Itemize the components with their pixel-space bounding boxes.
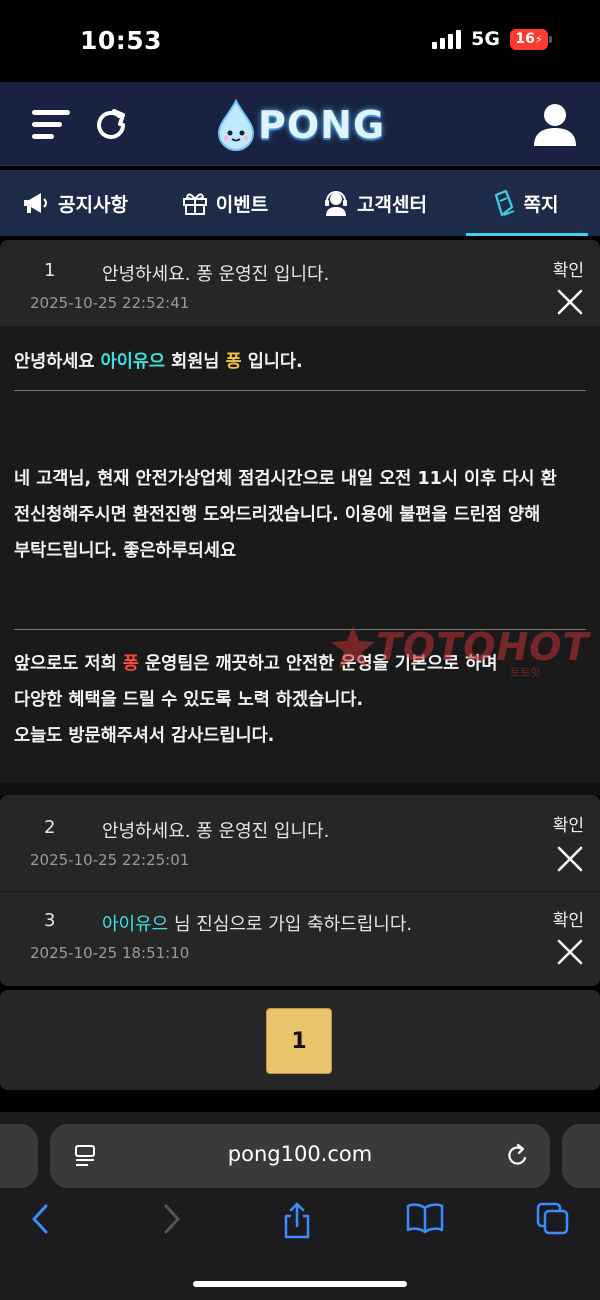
message-row[interactable]: 1 안녕하세요. 퐁 운영진 입니다. 2025-10-25 22:52:41 … (0, 240, 600, 326)
greeting-text: 회원님 (165, 352, 226, 372)
message-date: 2025-10-25 22:25:01 (30, 851, 190, 869)
refresh-icon[interactable] (92, 106, 130, 144)
message-date: 2025-10-25 18:51:10 (30, 944, 190, 962)
home-indicator (193, 1281, 407, 1287)
user-icon[interactable] (532, 100, 578, 148)
previous-tab-preview[interactable] (0, 1124, 38, 1188)
status-indicators: 5G 16 ⚡ (432, 28, 552, 50)
battery-level: 16 (515, 31, 535, 47)
tab-support-label: 고객센터 (357, 193, 427, 216)
tab-bar: 공지사항 이벤트 고객센터 쪽지 (0, 170, 600, 236)
browser-toolbar: pong100.com (0, 1112, 600, 1300)
message-number: 1 (44, 260, 56, 281)
confirm-button[interactable]: 확인 (553, 906, 584, 931)
site-header: PONG (0, 82, 600, 166)
body-text: 네 고객님, 현재 안전가상업체 점검시간으로 내일 오전 11시 이후 다시 … (14, 469, 557, 489)
bookmarks-icon[interactable] (406, 1202, 444, 1234)
megaphone-icon (24, 193, 48, 213)
message-title: 안녕하세요. 퐁 운영진 입니다. (102, 821, 330, 842)
back-icon[interactable] (28, 1202, 54, 1236)
star-icon (331, 626, 375, 668)
greeting-text: 안녕하세요 (14, 352, 101, 372)
member-name: 아이유으 (102, 914, 169, 935)
next-tab-preview[interactable] (562, 1124, 600, 1188)
menu-icon[interactable] (28, 106, 72, 144)
url-text: pong100.com (227, 1142, 373, 1166)
address-bar[interactable]: pong100.com (50, 1124, 550, 1188)
close-icon[interactable] (556, 938, 584, 966)
page-button-current[interactable]: 1 (266, 1008, 332, 1074)
message-row[interactable]: 2 안녕하세요. 퐁 운영진 입니다. 2025-10-25 22:25:01 … (0, 795, 600, 891)
tabs-icon[interactable] (536, 1202, 570, 1236)
message-row[interactable]: 3 아이유으 님 진심으로 가입 축하드립니다. 2025-10-25 18:5… (0, 892, 600, 986)
status-time: 10:53 (80, 26, 163, 55)
greeting-text: 입니다. (241, 352, 303, 372)
message-date: 2025-10-25 22:52:41 (30, 294, 190, 312)
tab-event-label: 이벤트 (215, 193, 269, 216)
note-icon (494, 189, 514, 217)
close-icon[interactable] (556, 288, 584, 316)
greeting-line: 안녕하세요 아이유으 회원님 퐁 입니다. (14, 344, 586, 380)
message-list-card: 2 안녕하세요. 퐁 운영진 입니다. 2025-10-25 22:25:01 … (0, 795, 600, 986)
reload-icon[interactable] (504, 1142, 530, 1170)
site-logo[interactable]: PONG (216, 96, 385, 154)
message-number: 2 (44, 817, 56, 838)
body-text: 부탁드립니다. 좋은하루되세요 (14, 541, 237, 561)
tab-support[interactable]: 고객센터 (300, 170, 450, 236)
watermark-subtext: 토토핫 (510, 666, 541, 679)
tab-message[interactable]: 쪽지 (450, 170, 600, 236)
battery-icon: 16 ⚡ (510, 28, 552, 50)
member-name: 아이유으 (100, 352, 165, 372)
headset-icon (325, 191, 348, 216)
message-title-text: 님 진심으로 가입 축하드립니다. (168, 914, 413, 935)
body-text-part: 앞으로도 저희 (14, 654, 123, 674)
tab-message-label: 쪽지 (523, 193, 559, 216)
close-icon[interactable] (556, 845, 584, 873)
message-title: 아이유으 님 진심으로 가입 축하드립니다. (102, 910, 412, 936)
confirm-button[interactable]: 확인 (553, 256, 584, 281)
message-list: 1 안녕하세요. 퐁 운영진 입니다. 2025-10-25 22:52:41 … (0, 240, 600, 986)
share-icon[interactable] (282, 1202, 312, 1240)
body-text: 오늘도 방문해주셔서 감사드립니다. (14, 726, 275, 746)
message-number: 3 (44, 910, 56, 931)
logo-text: PONG (258, 103, 386, 147)
body-text: 전신청해주시면 환전진행 도와드리겠습니다. 이용에 불편을 드린점 양해 (14, 505, 541, 525)
signal-icon (432, 29, 462, 49)
watermark-logo: TOTOHOT 토토핫 (330, 624, 590, 679)
brand-name: 퐁 (122, 654, 139, 674)
tab-notice[interactable]: 공지사항 (0, 170, 150, 236)
pagination: 1 (0, 990, 600, 1090)
status-bar: 10:53 5G 16 ⚡ (0, 0, 600, 82)
browser-nav (0, 1202, 600, 1242)
message-title: 안녕하세요. 퐁 운영진 입니다. (102, 264, 330, 285)
body-text: 다양한 혜택을 드릴 수 있도록 노력 하겠습니다. (14, 690, 364, 710)
network-type: 5G (471, 28, 500, 50)
droplet-mascot-icon (217, 99, 255, 151)
message-body: 안녕하세요 아이유으 회원님 퐁 입니다. 네 고객님, 현재 안전가상업체 점… (0, 326, 600, 783)
spacer (0, 783, 600, 795)
brand-name: 퐁 (225, 352, 242, 372)
forward-icon[interactable] (158, 1202, 184, 1236)
confirm-button[interactable]: 확인 (553, 811, 584, 836)
tab-event[interactable]: 이벤트 (150, 170, 300, 236)
tab-notice-label: 공지사항 (58, 193, 128, 216)
gift-icon (182, 193, 207, 215)
divider (14, 390, 586, 391)
watermark-text: TOTOHOT (376, 625, 590, 669)
